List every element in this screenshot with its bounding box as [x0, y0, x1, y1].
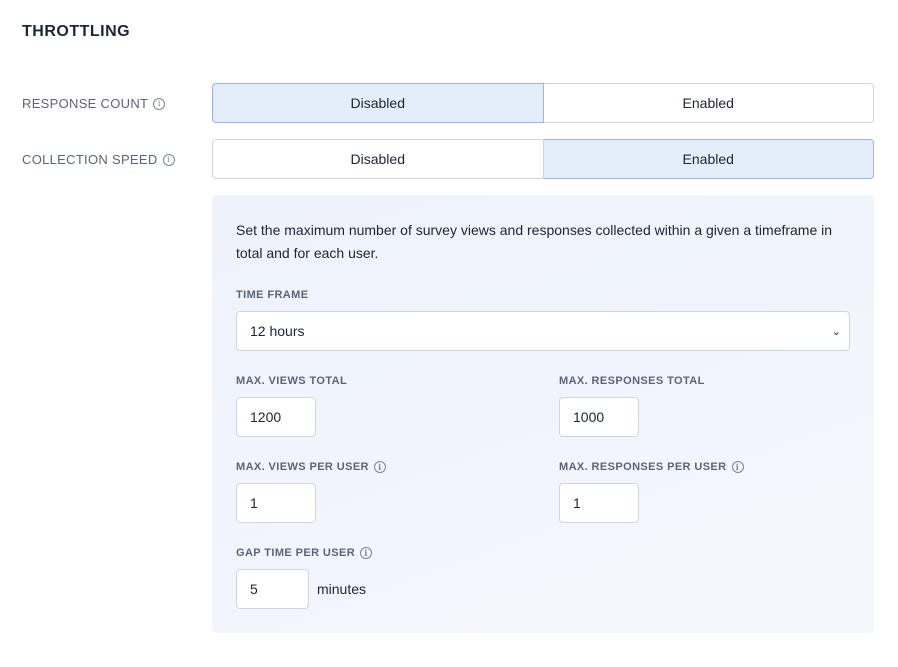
- response-count-text: RESPONSE COUNT: [22, 96, 149, 111]
- collection-speed-text: COLLECTION SPEED: [22, 152, 158, 167]
- time-frame-select[interactable]: 12 hours ⌄: [236, 311, 850, 351]
- max-views-total-input[interactable]: 1200: [236, 397, 316, 437]
- collection-speed-disabled-button[interactable]: Disabled: [212, 139, 544, 179]
- max-views-per-user-label: MAX. VIEWS PER USER i: [236, 461, 386, 473]
- gap-time-text: GAP TIME PER USER: [236, 547, 356, 559]
- max-responses-total-label: MAX. RESPONSES TOTAL: [559, 375, 705, 387]
- collection-speed-label: COLLECTION SPEED i: [22, 152, 175, 167]
- collection-speed-enabled-button[interactable]: Enabled: [543, 139, 874, 179]
- info-icon[interactable]: i: [153, 97, 166, 110]
- max-views-per-user-text: MAX. VIEWS PER USER: [236, 461, 369, 473]
- max-responses-per-user-text: MAX. RESPONSES PER USER: [559, 461, 727, 473]
- time-frame-value: 12 hours: [250, 323, 305, 339]
- panel-description: Set the maximum number of survey views a…: [236, 222, 833, 261]
- max-views-per-user-input[interactable]: 1: [236, 483, 316, 523]
- gap-time-label: GAP TIME PER USER i: [236, 547, 373, 559]
- collection-speed-toggle[interactable]: Disabled Enabled: [212, 139, 874, 179]
- chevron-down-icon: ⌄: [831, 325, 841, 338]
- max-responses-per-user-input[interactable]: 1: [559, 483, 639, 523]
- max-views-total-label: MAX. VIEWS TOTAL: [236, 375, 348, 387]
- max-responses-total-input[interactable]: 1000: [559, 397, 639, 437]
- info-icon[interactable]: i: [731, 461, 744, 473]
- max-responses-per-user-label: MAX. RESPONSES PER USER i: [559, 461, 744, 473]
- section-title: THROTTLING: [22, 23, 131, 40]
- response-count-toggle[interactable]: Disabled Enabled: [212, 83, 874, 123]
- response-count-enabled-button[interactable]: Enabled: [543, 83, 874, 123]
- response-count-label: RESPONSE COUNT i: [22, 96, 166, 111]
- collection-speed-panel: Set the maximum number of survey views a…: [212, 195, 874, 633]
- response-count-disabled-button[interactable]: Disabled: [212, 83, 544, 123]
- info-icon[interactable]: i: [360, 547, 373, 559]
- time-frame-label: TIME FRAME: [236, 289, 309, 301]
- gap-time-input[interactable]: 5: [236, 569, 309, 609]
- info-icon[interactable]: i: [162, 153, 175, 166]
- gap-time-unit: minutes: [317, 581, 367, 597]
- info-icon[interactable]: i: [373, 461, 386, 473]
